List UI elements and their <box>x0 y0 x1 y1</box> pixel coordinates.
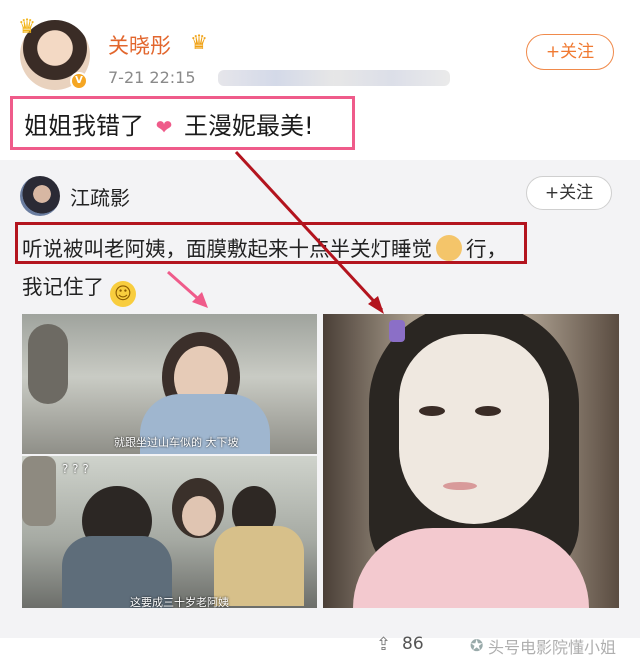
image1-subtitle: 就跟坐过山车似的 大下坡 <box>114 436 239 449</box>
image-classroom-1[interactable]: 就跟坐过山车似的 大下坡 <box>22 314 317 454</box>
blurred-source <box>218 70 450 86</box>
highlight-box-red <box>15 222 527 264</box>
forward-avatar[interactable] <box>20 176 60 216</box>
follow-button[interactable]: +关注 <box>526 34 614 70</box>
share-count: 86 <box>402 634 424 654</box>
forward-line2-text: 我记住了 <box>22 275 104 299</box>
wechat-icon: ✪ <box>470 636 484 655</box>
forward-follow-button[interactable]: +关注 <box>526 176 612 210</box>
post-timestamp: 7-21 22:15 <box>108 68 196 87</box>
image2-question-marks: ? ? ? <box>62 462 89 476</box>
share-icon[interactable]: ⇪ <box>376 634 391 655</box>
image-face-mask-selfie[interactable] <box>323 314 619 608</box>
post-username[interactable]: 关晓彤 <box>108 30 171 60</box>
forward-username[interactable]: 江疏影 <box>70 182 130 211</box>
image2-subtitle: 这要成三十岁老阿姨 <box>130 596 229 608</box>
highlight-box-pink <box>10 96 355 150</box>
watermark: 头号电影院懂小姐 <box>488 638 617 657</box>
crown-icon: ♛ <box>18 14 36 38</box>
image-classroom-2[interactable]: 这要成三十岁老阿姨 <box>22 456 317 608</box>
verified-badge: V <box>70 72 88 90</box>
forward-text-line2: 我记住了 ☺ <box>22 270 136 307</box>
smile-emoji-icon: ☺ <box>110 281 136 307</box>
vip-crown-icon: ♛ <box>190 30 208 54</box>
